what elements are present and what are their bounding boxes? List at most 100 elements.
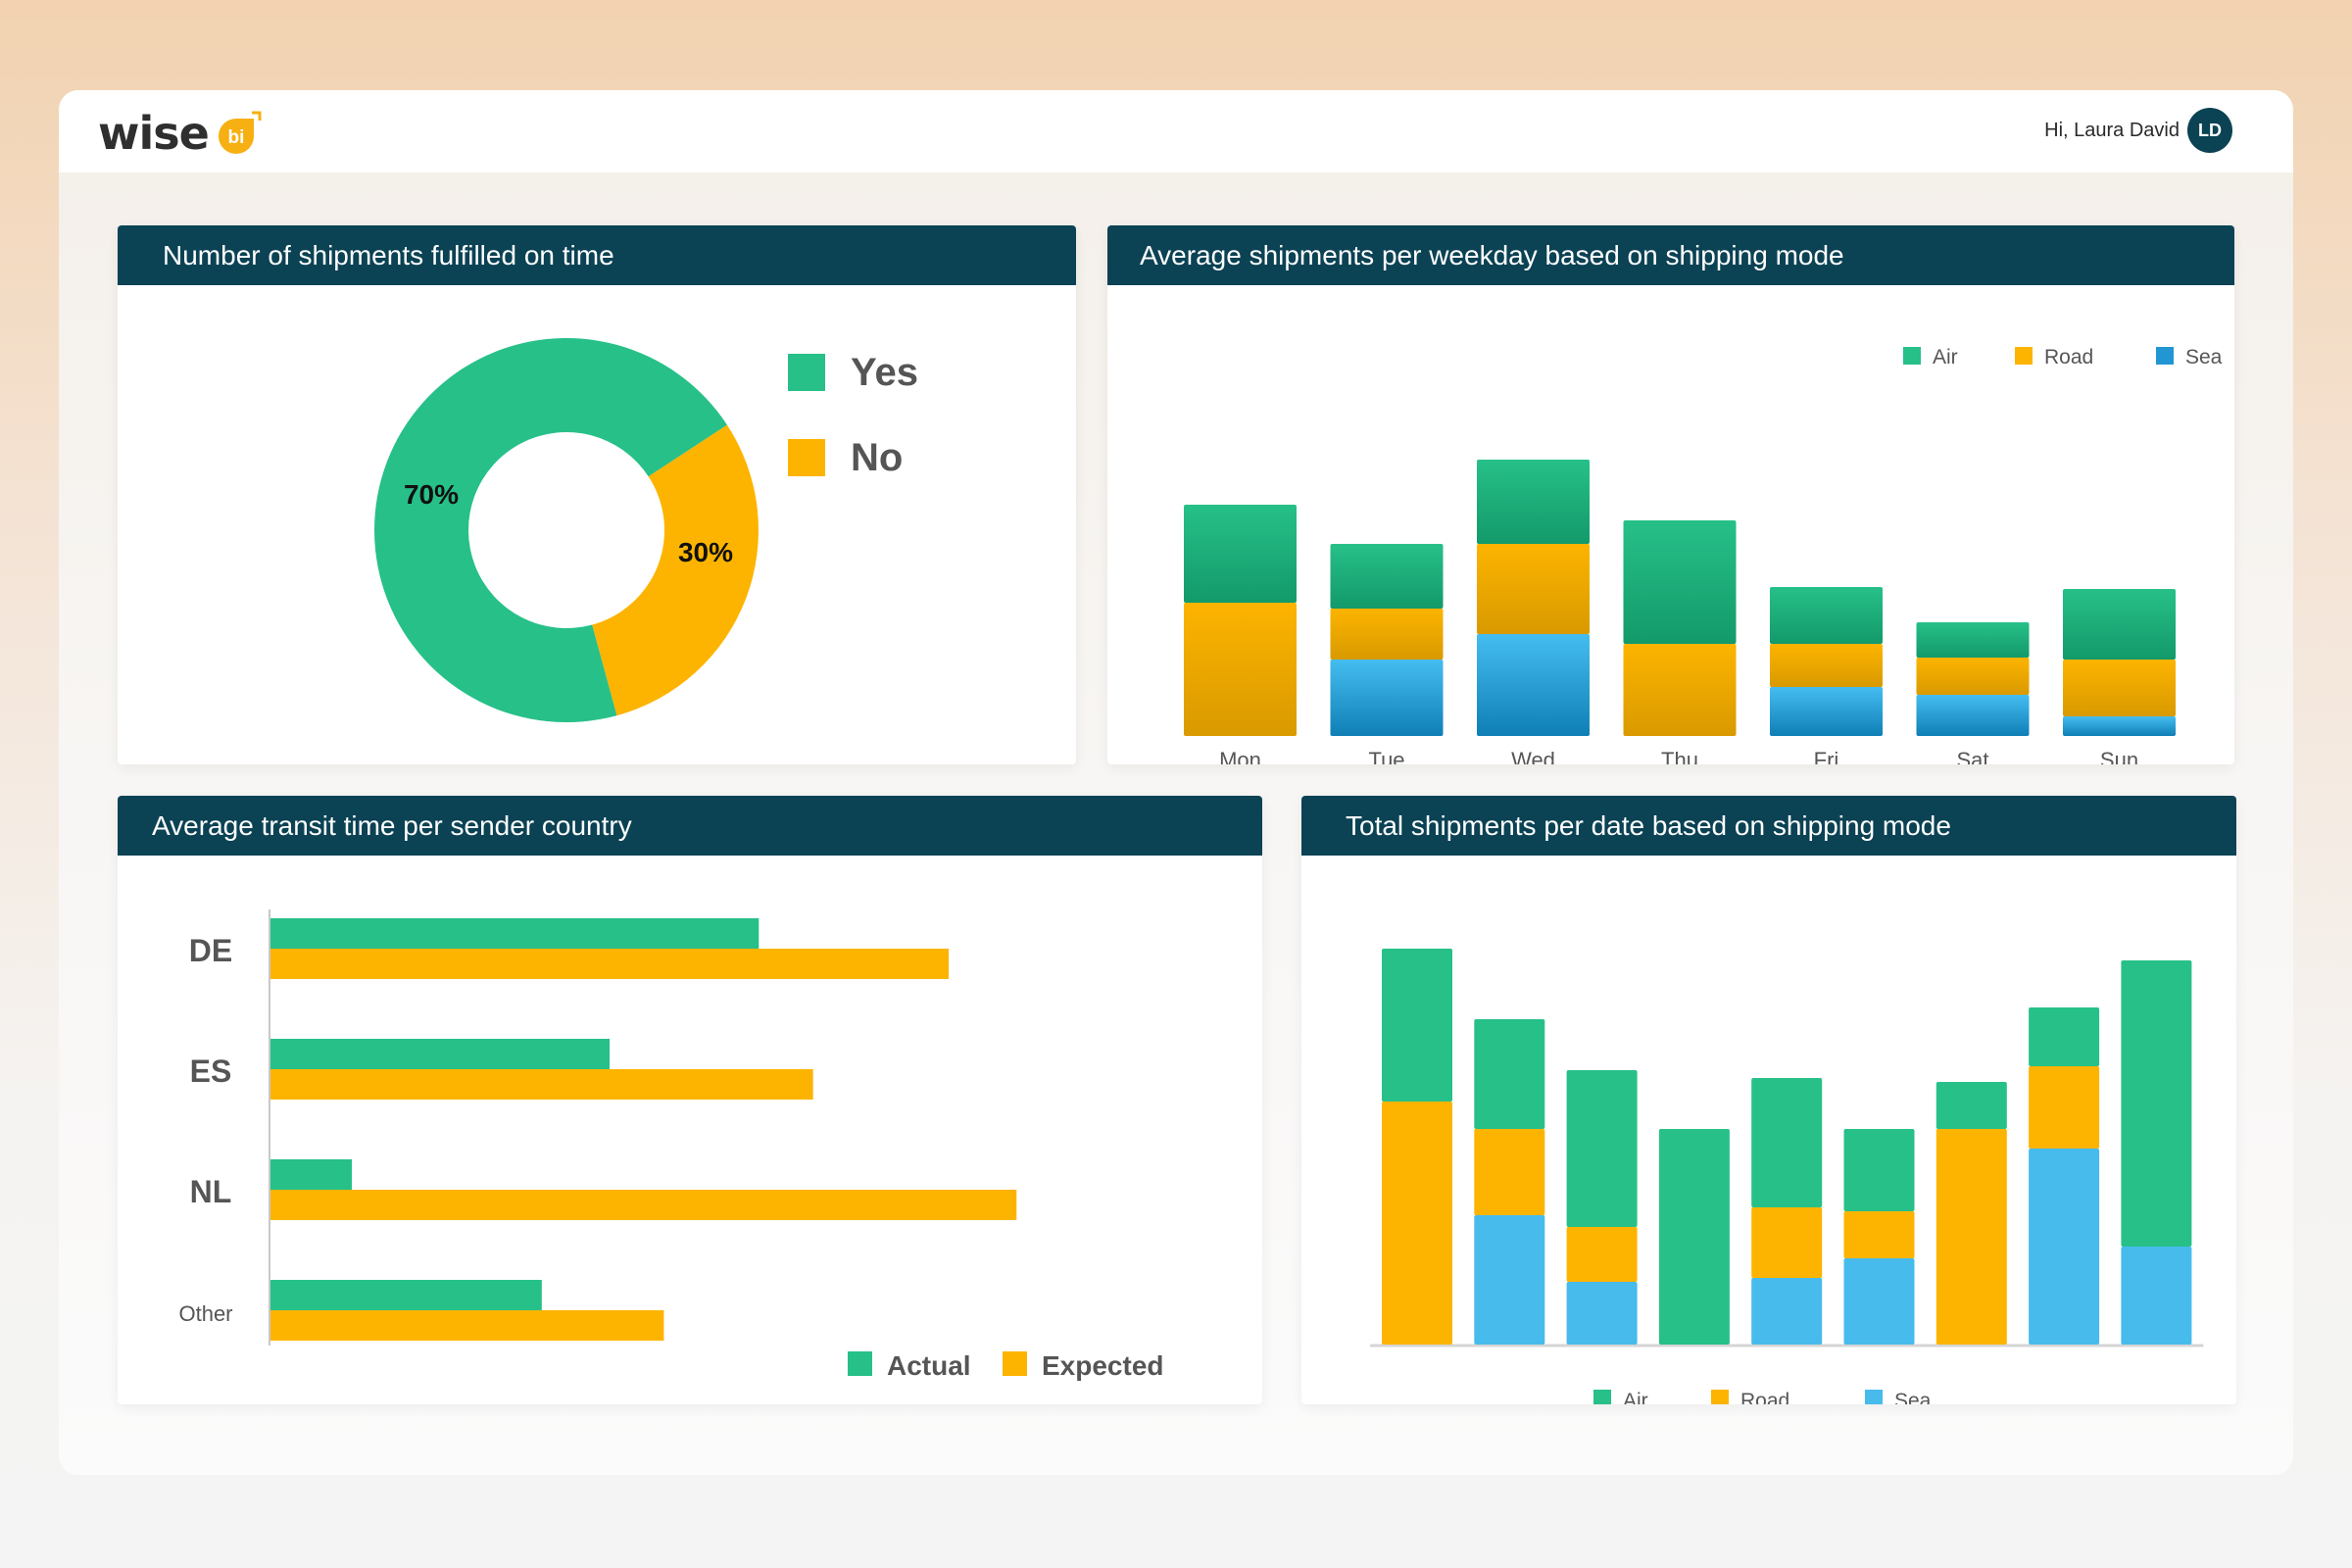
user-menu[interactable]: Hi, Laura David LD <box>2044 108 2232 153</box>
legend-label-yes: Yes <box>851 351 918 394</box>
date-stacked-bar-chart: Air Road Sea <box>1370 949 2204 1404</box>
legend-swatch-expected <box>1003 1351 1027 1376</box>
x-tick-label: Sun <box>2100 748 2138 764</box>
bar-expected-other <box>270 1310 664 1341</box>
legend-label-sea: Sea <box>2185 346 2223 368</box>
bar-sea-fri <box>1770 687 1883 736</box>
bar-sea-tue <box>1330 660 1444 736</box>
avatar[interactable]: LD <box>2187 108 2232 153</box>
y-tick-label: NL <box>190 1174 232 1209</box>
bar-actual-nl <box>270 1159 353 1190</box>
logo-text: wise <box>98 107 210 160</box>
bar-actual-other <box>270 1280 542 1310</box>
data-label-yes: 70% <box>404 479 459 510</box>
panel-title: Average transit time per sender country <box>118 796 1262 856</box>
x-tick-label: Fri <box>1814 748 1839 764</box>
legend-label-air: Air <box>1623 1390 1648 1404</box>
bar-air-2 <box>1474 1019 1545 1129</box>
x-tick-label: Thu <box>1661 748 1698 764</box>
logo-badge-icon: bi <box>215 111 262 156</box>
legend-swatch-no <box>788 439 825 476</box>
bar-air-8 <box>2029 1007 2100 1066</box>
donut-slice-no <box>592 424 759 716</box>
panel-title: Total shipments per date based on shippi… <box>1301 796 2236 856</box>
data-label-no: 30% <box>678 537 733 567</box>
bar-road-fri <box>1770 644 1883 687</box>
weekday-stacked-bar-chart: Mon Tue Wed Thu Fri Sat Sun Air Road Sea <box>1184 346 2223 764</box>
legend-swatch-yes <box>788 354 825 391</box>
top-bar: wise bi Hi, Laura David LD <box>59 90 2293 172</box>
bar-road-7 <box>1936 1129 2007 1345</box>
bar-expected-de <box>270 949 950 979</box>
bar-air-thu <box>1623 520 1737 644</box>
legend-label-no: No <box>851 436 903 479</box>
bar-road-thu <box>1623 644 1737 736</box>
y-tick-label: DE <box>189 933 232 968</box>
bar-air-sun <box>2063 589 2176 660</box>
legend-label-air: Air <box>1933 346 1958 368</box>
legend-label-expected: Expected <box>1042 1350 1164 1381</box>
panel-title: Number of shipments fulfilled on time <box>118 225 1076 285</box>
bar-sea-sat <box>1916 695 2030 736</box>
legend-swatch-road <box>1711 1390 1729 1404</box>
y-tick-label: Other <box>178 1301 232 1326</box>
bar-road-mon <box>1184 603 1297 736</box>
bar-air-4 <box>1658 1129 1730 1345</box>
bar-road-2 <box>1474 1129 1545 1215</box>
legend-label-actual: Actual <box>887 1350 971 1381</box>
bar-sea-9 <box>2121 1247 2192 1345</box>
panel-fulfilled-on-time: Number of shipments fulfilled on time 70… <box>118 225 1076 764</box>
user-greeting: Hi, Laura David <box>2044 119 2180 141</box>
bar-actual-es <box>270 1039 611 1069</box>
bar-road-tue <box>1330 609 1444 660</box>
bar-sea-5 <box>1751 1278 1823 1345</box>
bar-air-wed <box>1477 460 1590 544</box>
x-tick-label: Mon <box>1219 748 1261 764</box>
bar-road-5 <box>1751 1207 1823 1278</box>
logo-badge-text: bi <box>227 127 244 148</box>
panel-date-mode: Total shipments per date based on shippi… <box>1301 796 2236 1404</box>
bar-air-9 <box>2121 960 2192 1247</box>
y-tick-label: ES <box>190 1054 232 1089</box>
logo[interactable]: wise bi <box>98 104 262 163</box>
donut-chart: 70% 30% Yes No <box>374 338 918 722</box>
bar-sea-6 <box>1843 1258 1915 1345</box>
bar-air-tue <box>1330 544 1444 609</box>
legend-label-road: Road <box>2044 346 2093 368</box>
panel-transit-time: Average transit time per sender country … <box>118 796 1262 1404</box>
dashboard-window: wise bi Hi, Laura David LD Number of shi… <box>59 90 2293 1475</box>
bar-sea-sun <box>2063 716 2176 736</box>
bar-road-3 <box>1566 1227 1638 1282</box>
bar-actual-de <box>270 918 760 949</box>
bar-air-mon <box>1184 505 1297 603</box>
legend-swatch-sea <box>1865 1390 1883 1404</box>
bar-sea-wed <box>1477 634 1590 736</box>
bar-expected-es <box>270 1069 813 1100</box>
x-tick-label: Wed <box>1511 748 1555 764</box>
bar-sea-8 <box>2029 1149 2100 1345</box>
legend-swatch-air <box>1903 347 1921 365</box>
transit-time-bar-chart: DE ES NL Other Actual Expected <box>178 909 1164 1381</box>
legend-label-sea: Sea <box>1894 1390 1932 1404</box>
x-tick-label: Tue <box>1368 748 1404 764</box>
bar-expected-nl <box>270 1190 1017 1220</box>
panel-title: Average shipments per weekday based on s… <box>1107 225 2234 285</box>
bar-air-5 <box>1751 1078 1823 1207</box>
panel-weekday-mode: Average shipments per weekday based on s… <box>1107 225 2234 764</box>
bar-air-fri <box>1770 587 1883 644</box>
bar-road-6 <box>1843 1211 1915 1258</box>
bar-road-sun <box>2063 660 2176 716</box>
legend-label-road: Road <box>1740 1390 1789 1404</box>
bar-road-wed <box>1477 544 1590 634</box>
bar-air-sat <box>1916 622 2030 658</box>
x-tick-label: Sat <box>1956 748 1988 764</box>
bar-road-sat <box>1916 658 2030 695</box>
bar-air-7 <box>1936 1082 2007 1129</box>
bar-road-8 <box>2029 1066 2100 1149</box>
bar-road-1 <box>1382 1102 1452 1345</box>
bar-sea-2 <box>1474 1215 1545 1345</box>
bar-air-6 <box>1843 1129 1915 1211</box>
legend-swatch-road <box>2015 347 2033 365</box>
legend-swatch-air <box>1593 1390 1611 1404</box>
bar-sea-3 <box>1566 1282 1638 1345</box>
